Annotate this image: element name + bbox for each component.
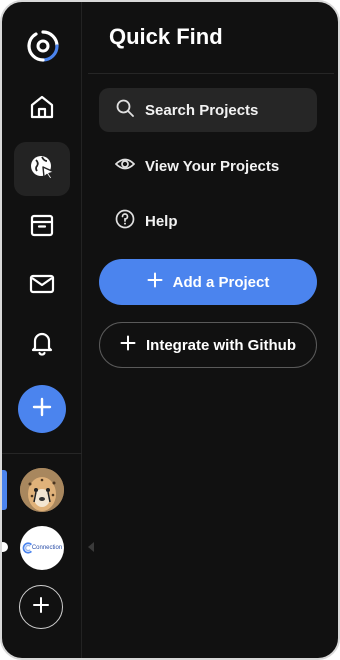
connection-avatar-label: Connection	[31, 545, 63, 551]
nav-explore-button[interactable]	[14, 142, 70, 196]
search-icon	[115, 98, 145, 122]
globe-cursor-icon	[28, 153, 56, 186]
home-icon	[28, 93, 56, 126]
workspace-unread-dot	[2, 542, 8, 552]
create-button[interactable]	[18, 385, 66, 433]
mail-icon	[28, 270, 56, 303]
help-circle-icon	[115, 209, 145, 233]
panel-divider	[88, 73, 334, 74]
nav-notifications-button[interactable]	[14, 318, 70, 372]
app-window: Connection Quick Find Search Projects Vi…	[0, 0, 340, 660]
plus-icon	[31, 595, 51, 620]
swirl-logo-icon[interactable]	[26, 29, 60, 63]
archive-icon	[28, 211, 56, 244]
sidebar-rail: Connection	[2, 2, 82, 658]
eye-icon	[114, 154, 145, 178]
integrate-github-label: Integrate with Github	[146, 336, 296, 354]
nav-home-button[interactable]	[14, 82, 70, 136]
rail-divider	[2, 453, 82, 454]
integrate-github-button[interactable]: Integrate with Github	[99, 322, 317, 368]
connection-avatar[interactable]: Connection	[20, 526, 64, 570]
panel-title: Quick Find	[109, 24, 223, 49]
search-projects-label: Search Projects	[145, 101, 259, 119]
help-item[interactable]: Help	[99, 199, 317, 243]
plus-icon	[147, 272, 173, 292]
add-project-label: Add a Project	[172, 273, 270, 291]
view-projects-item[interactable]: View Your Projects	[99, 144, 317, 188]
plus-icon	[31, 396, 53, 423]
view-projects-label: View Your Projects	[145, 157, 280, 175]
nav-archive-button[interactable]	[14, 200, 70, 254]
help-label: Help	[145, 212, 178, 230]
add-project-button[interactable]: Add a Project	[99, 259, 317, 305]
workspace-selected-indicator	[2, 470, 7, 510]
cheetah-avatar[interactable]	[20, 468, 64, 512]
nav-mail-button[interactable]	[14, 259, 70, 313]
search-projects-item[interactable]: Search Projects	[99, 88, 317, 132]
bell-icon	[28, 329, 56, 362]
add-workspace-button[interactable]	[19, 585, 63, 629]
plus-icon	[120, 335, 146, 355]
collapse-panel-arrow-icon[interactable]	[88, 542, 94, 552]
